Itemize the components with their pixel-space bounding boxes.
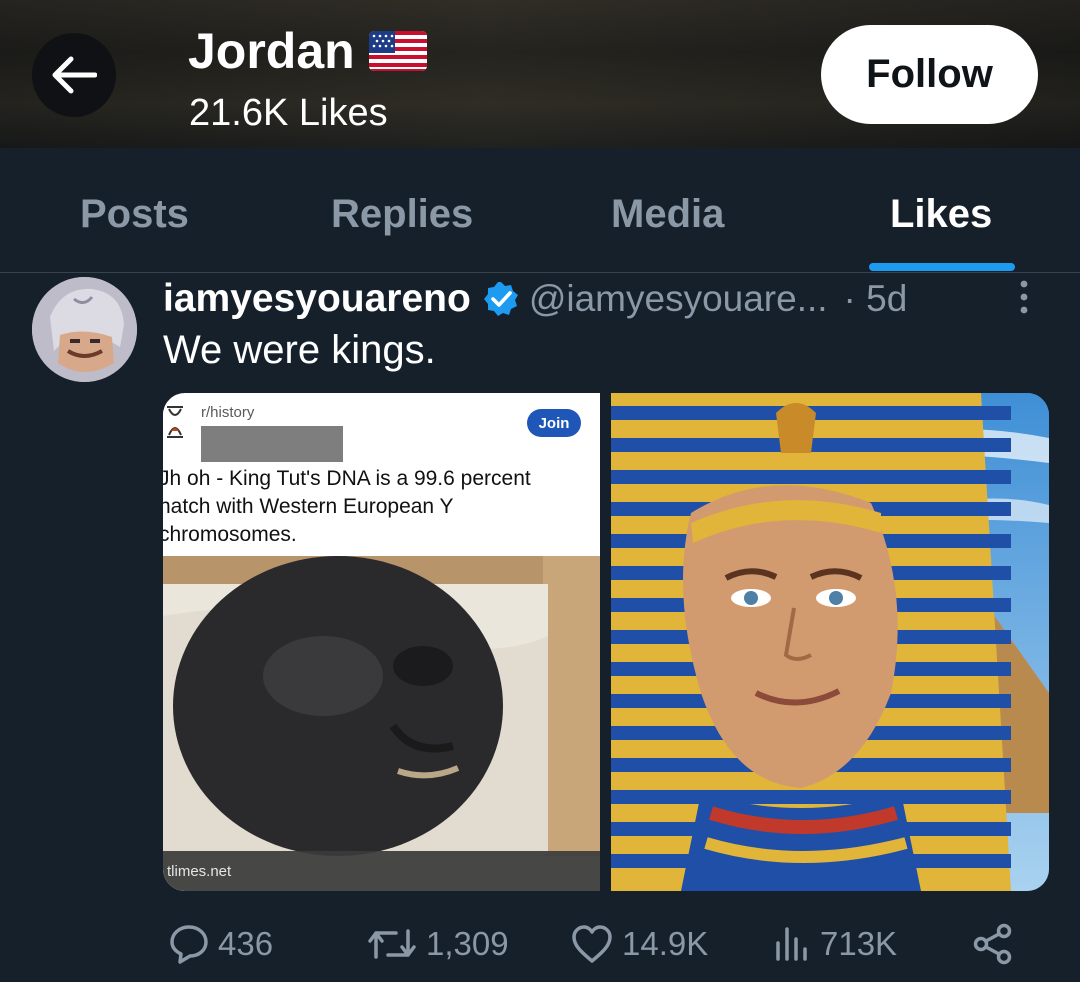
like-count: 14.9K: [622, 925, 709, 962]
repost-icon: [368, 929, 416, 959]
pharaoh-illustration: [611, 393, 1049, 891]
share-icon: [973, 923, 1012, 965]
redacted-block: [201, 426, 343, 462]
tab-media[interactable]: Media: [611, 192, 724, 237]
avatar-image: [32, 277, 137, 382]
media-image-reddit-screenshot[interactable]: r/history Join Jh oh - King Tut's DNA is…: [163, 393, 600, 891]
share-action[interactable]: [972, 920, 1022, 968]
heart-icon: [572, 925, 612, 963]
active-tab-indicator: [869, 263, 1015, 271]
repost-action[interactable]: 1,309: [366, 920, 509, 968]
like-action[interactable]: 14.9K: [570, 920, 708, 968]
profile-name: Jordan: [188, 23, 355, 79]
follow-button[interactable]: Follow: [821, 25, 1038, 124]
profile-name-row: Jordan: [188, 22, 427, 80]
subreddit-name: r/history: [201, 404, 255, 421]
reddit-post-title: Jh oh - King Tut's DNA is a 99.6 percent…: [163, 465, 600, 549]
reddit-title-line: natch with Western European Y: [163, 495, 454, 518]
author-name[interactable]: iamyesyouareno: [163, 277, 471, 321]
back-button[interactable]: [32, 33, 116, 117]
views-count: 713K: [820, 925, 898, 962]
more-options-icon[interactable]: [1014, 278, 1034, 318]
media-image-pharaoh[interactable]: [611, 393, 1049, 891]
reddit-title-line: chromosomes.: [163, 523, 297, 546]
reddit-title-line: Jh oh - King Tut's DNA is a 99.6 percent: [163, 467, 531, 490]
tab-replies[interactable]: Replies: [331, 192, 473, 237]
profile-tabs: Posts Replies Media Likes: [0, 148, 1080, 273]
tweet-header: iamyesyouareno @iamyesyouare... · 5d: [163, 276, 907, 322]
tab-likes[interactable]: Likes: [890, 192, 992, 237]
subreddit-icon: [163, 401, 189, 445]
author-avatar[interactable]: [32, 277, 137, 382]
reply-icon: [170, 925, 208, 964]
repost-count: 1,309: [426, 925, 509, 962]
tweet-text: We were kings.: [163, 328, 436, 372]
reply-action[interactable]: 436: [168, 920, 273, 968]
views-action[interactable]: 713K: [772, 920, 897, 968]
join-button: Join: [527, 409, 581, 437]
profile-likes-count: 21.6K Likes: [189, 92, 388, 134]
views-chart-icon: [776, 927, 807, 961]
tweet-media[interactable]: r/history Join Jh oh - King Tut's DNA is…: [163, 393, 1049, 891]
tweet-timestamp[interactable]: · 5d: [844, 278, 908, 320]
link-source-domain: tlimes.net: [167, 863, 232, 880]
back-arrow-icon: [52, 56, 97, 94]
verified-badge-icon: [483, 282, 518, 316]
author-handle[interactable]: @iamyesyouare...: [529, 278, 828, 320]
reply-count: 436: [218, 925, 274, 962]
tab-posts[interactable]: Posts: [80, 192, 189, 237]
mummy-photo: [163, 556, 600, 891]
us-flag-icon: [368, 31, 427, 71]
